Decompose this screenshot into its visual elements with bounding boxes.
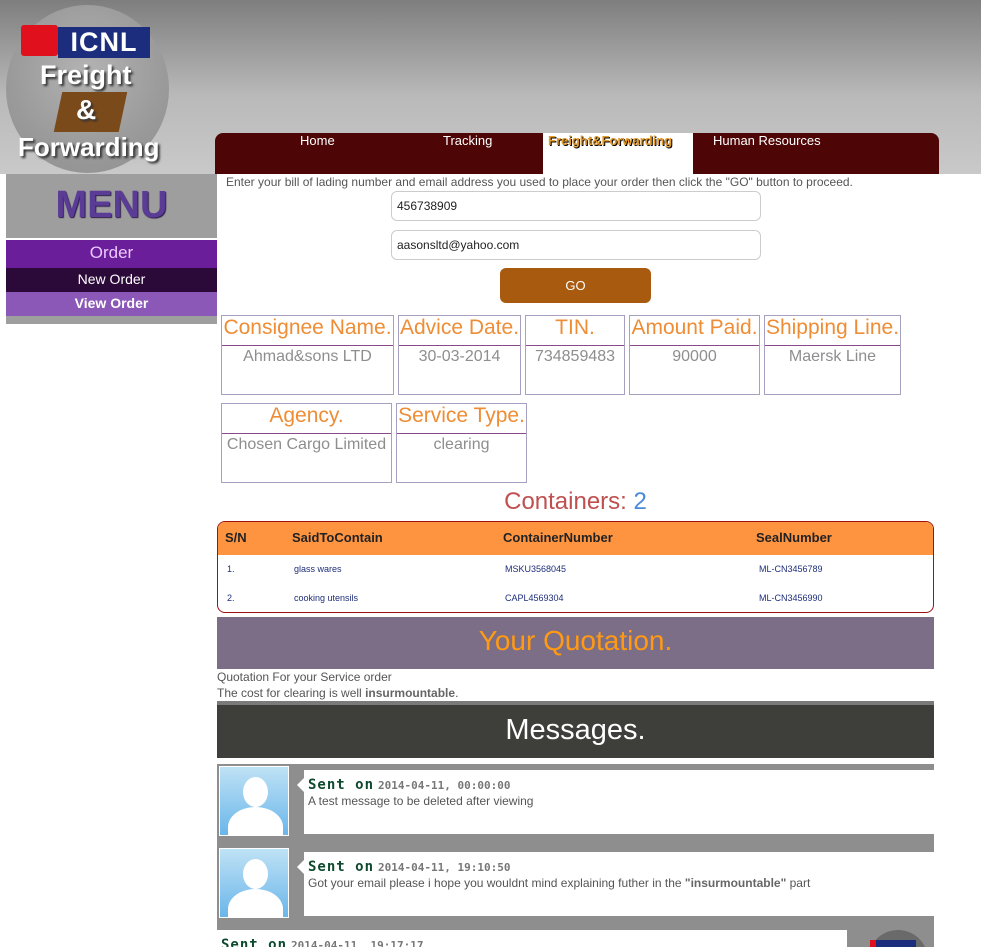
message-time: 2014-04-11, 19:17:17	[291, 939, 424, 947]
containers-label: Containers:	[504, 488, 627, 515]
quotation-line-2-prefix: The cost for clearing is well	[217, 686, 366, 700]
nav-tracking[interactable]: Tracking	[443, 133, 492, 174]
shipping-line-label: Shipping Line.	[765, 316, 900, 346]
containers-heading: Containers: 2	[217, 488, 934, 516]
user-avatar-icon	[219, 848, 289, 918]
logo-forwarding-text: Forwarding	[18, 132, 160, 162]
row-sn: 2.	[227, 593, 235, 603]
agency-label: Agency.	[222, 404, 391, 434]
main-nav: Home Tracking Freight&Forwarding Human R…	[215, 133, 939, 174]
message-sent-label: Sent on	[308, 777, 375, 793]
row-sn: 1.	[227, 564, 235, 574]
go-button[interactable]: GO	[500, 268, 651, 303]
message-bubble: Sent on 2014-04-11, 00:00:00 A test messa…	[297, 770, 934, 834]
row-contents: cooking utensils	[294, 593, 359, 603]
sidebar-item-new-order[interactable]: New Order	[6, 268, 217, 292]
message-bubble: Sent on 2014-04-11, 19:10:50 Got your ema…	[297, 852, 934, 916]
message-item: Sent on 2014-04-11, 19:17:17	[217, 922, 934, 947]
tin-label: TIN.	[526, 316, 624, 346]
advice-date-value: 30-03-2014	[418, 348, 501, 365]
logo-red-block	[21, 25, 58, 56]
sidebar-section-order: Order	[6, 240, 217, 268]
sidebar-title: MENU	[6, 174, 217, 238]
tin-value: 734859483	[534, 348, 616, 365]
message-sent-label: Sent on	[308, 859, 375, 875]
logo-brand: ICNL	[58, 27, 150, 58]
logo-ampersand: &	[76, 94, 97, 125]
column-header-said-to-contain: SaidToContain	[292, 530, 383, 545]
row-container-number: MSKU3568045	[505, 564, 567, 574]
consignee-card: Consignee Name. Ahmad&sons LTD	[221, 315, 394, 395]
column-header-container-number: ContainerNumber	[503, 530, 613, 545]
amount-paid-label: Amount Paid.	[630, 316, 759, 346]
shipping-line-card: Shipping Line. Maersk Line	[764, 315, 901, 395]
message-item: Sent on 2014-04-11, 00:00:00 A test messa…	[217, 764, 934, 846]
column-header-sn: S/N	[225, 530, 247, 545]
company-logo[interactable]: ICNL Freight & Forwarding	[6, 5, 169, 173]
admin-avatar-icon	[868, 930, 928, 947]
avatar-head	[243, 859, 268, 889]
amount-paid-value: 90000	[672, 348, 717, 365]
message-body: Got your email please i hope you wouldnt…	[308, 876, 930, 890]
messages-title: Messages.	[217, 701, 934, 758]
avatar-head	[243, 777, 268, 807]
quotation-line-1: Quotation For your Service order	[217, 670, 392, 684]
instruction-text: Enter your bill of lading number and ema…	[226, 175, 853, 189]
containers-table-header: S/N SaidToContain ContainerNumber SealNu…	[218, 522, 933, 555]
message-body-prefix: Got your email please i hope you wouldnt…	[308, 876, 685, 890]
agency-card: Agency. Chosen Cargo Limited	[221, 403, 392, 483]
advice-date-label: Advice Date.	[399, 316, 520, 346]
message-time: 2014-04-11, 19:10:50	[378, 861, 511, 874]
nav-home[interactable]: Home	[300, 133, 335, 174]
service-type-card: Service Type. clearing	[396, 403, 527, 483]
email-input[interactable]	[391, 230, 761, 260]
service-type-label: Service Type.	[397, 404, 526, 434]
message-body-text: A test message to be deleted after viewi…	[308, 794, 534, 808]
nav-human-resources[interactable]: Human Resources	[713, 133, 821, 174]
agency-value: Chosen Cargo Limited	[226, 436, 387, 453]
admin-logo-blue	[876, 940, 916, 947]
row-seal-number: ML-CN3456990	[759, 593, 823, 603]
quotation-title: Your Quotation.	[217, 617, 934, 669]
user-avatar-icon	[219, 766, 289, 836]
column-header-seal-number: SealNumber	[756, 530, 832, 545]
bill-of-lading-input[interactable]	[391, 191, 761, 221]
shipping-line-value: Maersk Line	[788, 348, 877, 365]
advice-date-card: Advice Date. 30-03-2014	[398, 315, 521, 395]
logo-freight-text: Freight	[40, 60, 132, 90]
message-sent-label: Sent on	[221, 937, 288, 947]
nav-freight-forwarding[interactable]: Freight&Forwarding	[543, 133, 693, 174]
row-container-number: CAPL4569304	[505, 593, 564, 603]
row-seal-number: ML-CN3456789	[759, 564, 823, 574]
consignee-label: Consignee Name.	[222, 316, 393, 346]
quotation-line-2: The cost for clearing is well insurmount…	[217, 686, 458, 700]
containers-count: 2	[633, 488, 647, 515]
avatar-body	[228, 807, 283, 835]
quotation-line-2-suffix: .	[455, 686, 459, 700]
message-bubble: Sent on 2014-04-11, 19:17:17	[217, 930, 847, 947]
sidebar-item-view-order[interactable]: View Order	[6, 292, 217, 316]
message-body-suffix: part	[786, 876, 811, 890]
quotation-line-2-bold: insurmountable	[365, 686, 456, 700]
message-time: 2014-04-11, 00:00:00	[378, 779, 511, 792]
tin-card: TIN. 734859483	[525, 315, 625, 395]
message-body: A test message to be deleted after viewi…	[308, 794, 930, 808]
sidebar-footer	[6, 316, 217, 324]
consignee-value: Ahmad&sons LTD	[243, 348, 372, 365]
amount-paid-card: Amount Paid. 90000	[629, 315, 760, 395]
service-type-value: clearing	[433, 436, 490, 453]
avatar-body	[228, 889, 283, 917]
containers-table: S/N SaidToContain ContainerNumber SealNu…	[217, 521, 934, 613]
message-body-bold: "insurmountable"	[684, 876, 787, 890]
message-item: Sent on 2014-04-11, 19:10:50 Got your ema…	[217, 846, 934, 928]
row-contents: glass wares	[294, 564, 342, 574]
